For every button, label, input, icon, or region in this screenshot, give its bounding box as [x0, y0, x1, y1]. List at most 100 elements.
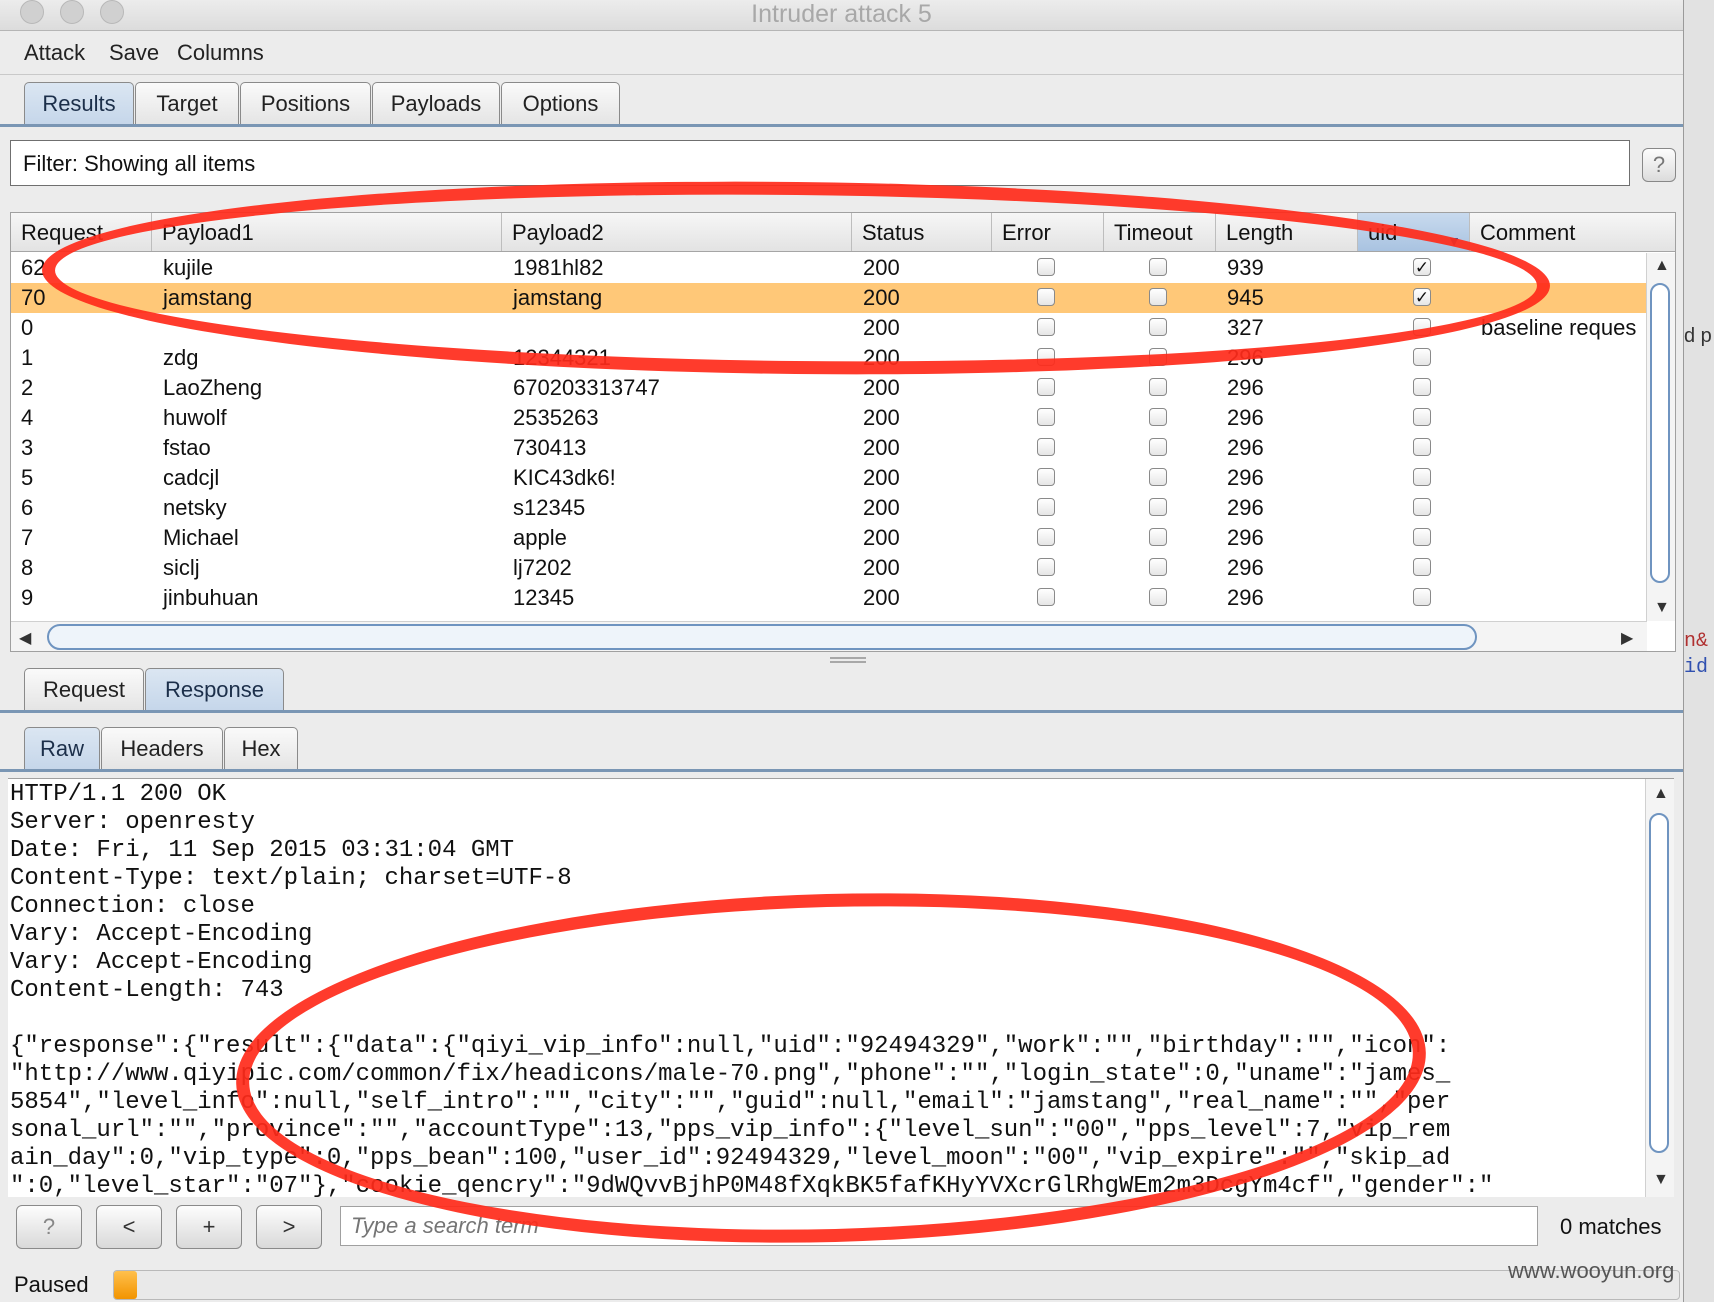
detail-tab-divider: [0, 710, 1683, 713]
table-vertical-scrollbar[interactable]: ▲ ▼: [1646, 253, 1675, 621]
column-header-comment[interactable]: Comment: [1469, 213, 1675, 251]
cell-status: 200: [863, 495, 900, 520]
tab-options[interactable]: Options: [501, 82, 620, 125]
background-text: id: [1684, 656, 1709, 679]
search-previous-button[interactable]: <: [96, 1205, 162, 1249]
title-bar: Intruder attack 5: [0, 0, 1683, 31]
tab-response[interactable]: Response: [145, 668, 284, 711]
tab-divider: [0, 124, 1683, 127]
checkbox-timeout: [1149, 528, 1167, 546]
table-row[interactable]: 2 LaoZheng 670203313747 200 296: [11, 373, 1647, 403]
tab-target[interactable]: Target: [135, 82, 239, 125]
table-row[interactable]: 6 netsky s12345 200 296: [11, 493, 1647, 523]
search-add-button[interactable]: +: [176, 1205, 242, 1249]
cell-status: 200: [863, 405, 900, 430]
table-row[interactable]: 5 cadcjl KIC43dk6! 200 296: [11, 463, 1647, 493]
cell-payload1: jinbuhuan: [163, 585, 259, 610]
cell-length: 296: [1227, 435, 1264, 460]
checkbox-uid: [1413, 558, 1431, 576]
table-horizontal-scrollbar[interactable]: ◀ ▶: [11, 621, 1647, 651]
response-line: Date: Fri, 11 Sep 2015 03:31:04 GMT: [10, 837, 515, 864]
table-row[interactable]: 9 jinbuhuan 12345 200 296: [11, 583, 1647, 613]
checkbox-timeout: [1149, 588, 1167, 606]
detail-tabs: Request Response: [0, 668, 1683, 714]
checkbox-uid: [1413, 438, 1431, 456]
scroll-up-icon[interactable]: ▲: [1653, 785, 1669, 803]
search-help-button[interactable]: ?: [16, 1205, 82, 1249]
table-row[interactable]: 8 siclj lj7202 200 296: [11, 553, 1647, 583]
table-row[interactable]: 7 Michael apple 200 296: [11, 523, 1647, 553]
pane-splitter-handle[interactable]: [830, 657, 866, 663]
menu-save[interactable]: Save: [109, 40, 159, 66]
menu-columns[interactable]: Columns: [177, 40, 264, 66]
watermark: www.wooyun.org: [1508, 1258, 1675, 1283]
attack-progress-fill: [114, 1271, 138, 1299]
cell-request: 9: [21, 585, 34, 610]
filter-bar[interactable]: Filter: Showing all items: [10, 140, 1630, 186]
scroll-down-icon[interactable]: ▼: [1653, 1171, 1669, 1189]
checkbox-timeout: [1149, 408, 1167, 426]
tab-headers[interactable]: Headers: [101, 727, 223, 770]
cell-payload1: fstao: [163, 435, 211, 460]
table-row[interactable]: 4 huwolf 2535263 200 296: [11, 403, 1647, 433]
tab-payloads[interactable]: Payloads: [372, 82, 500, 125]
cell-payload2: 2535263: [513, 405, 599, 430]
cell-request: 3: [21, 435, 34, 460]
checkbox-error: [1037, 528, 1055, 546]
checkbox-timeout: [1149, 438, 1167, 456]
response-vertical-thumb[interactable]: [1649, 813, 1669, 1153]
checkbox-timeout: [1149, 498, 1167, 516]
cell-payload2: lj7202: [513, 555, 572, 580]
cell-payload2: 12345: [513, 585, 575, 610]
checkbox-error: [1037, 468, 1055, 486]
tab-positions[interactable]: Positions: [240, 82, 371, 125]
cell-payload2: KIC43dk6!: [513, 465, 616, 490]
menu-bar: Attack Save Columns: [0, 31, 1683, 75]
table-vertical-thumb[interactable]: [1650, 283, 1670, 583]
cell-length: 296: [1227, 465, 1264, 490]
response-vertical-scrollbar[interactable]: ▲ ▼: [1645, 779, 1674, 1197]
checkbox-error: [1037, 558, 1055, 576]
cell-request: 8: [21, 555, 34, 580]
scroll-up-icon[interactable]: ▲: [1654, 257, 1670, 275]
cell-length: 296: [1227, 555, 1264, 580]
cell-status: 200: [863, 585, 900, 610]
cell-payload1: cadcjl: [163, 465, 220, 490]
tab-raw[interactable]: Raw: [24, 727, 100, 770]
checkbox-uid: [1413, 378, 1431, 396]
table-row[interactable]: 3 fstao 730413 200 296: [11, 433, 1647, 463]
cell-length: 296: [1227, 585, 1264, 610]
scroll-right-icon[interactable]: ▶: [1621, 628, 1633, 648]
scroll-left-icon[interactable]: ◀: [19, 628, 31, 648]
cell-payload1: siclj: [163, 555, 200, 580]
checkbox-uid: [1413, 408, 1431, 426]
view-tabs: Raw Headers Hex: [0, 727, 1683, 773]
cell-request: 0: [21, 315, 34, 340]
checkbox-timeout: [1149, 468, 1167, 486]
response-line: Server: openresty: [10, 809, 255, 836]
tab-request[interactable]: Request: [24, 668, 144, 711]
cell-payload1: Michael: [163, 525, 239, 550]
checkbox-error: [1037, 438, 1055, 456]
filter-help-button[interactable]: ?: [1642, 148, 1676, 182]
table-horizontal-thumb[interactable]: [47, 624, 1477, 650]
tab-results[interactable]: Results: [24, 82, 134, 125]
menu-attack[interactable]: Attack: [24, 40, 85, 66]
cell-status: 200: [863, 555, 900, 580]
background-text: d p: [1684, 325, 1712, 347]
cell-payload2: s12345: [513, 495, 586, 520]
cell-status: 200: [863, 465, 900, 490]
checkbox-uid: [1413, 348, 1431, 366]
scroll-down-icon[interactable]: ▼: [1654, 599, 1670, 617]
background-text: n&: [1684, 630, 1709, 653]
cell-payload1: huwolf: [163, 405, 227, 430]
cell-payload2: 730413: [513, 435, 587, 460]
tab-hex[interactable]: Hex: [224, 727, 298, 770]
cell-payload1: zdg: [163, 345, 199, 370]
checkbox-error: [1037, 498, 1055, 516]
cell-request: 5: [21, 465, 34, 490]
search-next-button[interactable]: >: [256, 1205, 322, 1249]
cell-request: 70: [21, 285, 46, 310]
response-line: Content-Type: text/plain; charset=UTF-8: [10, 865, 572, 892]
checkbox-error: [1037, 408, 1055, 426]
